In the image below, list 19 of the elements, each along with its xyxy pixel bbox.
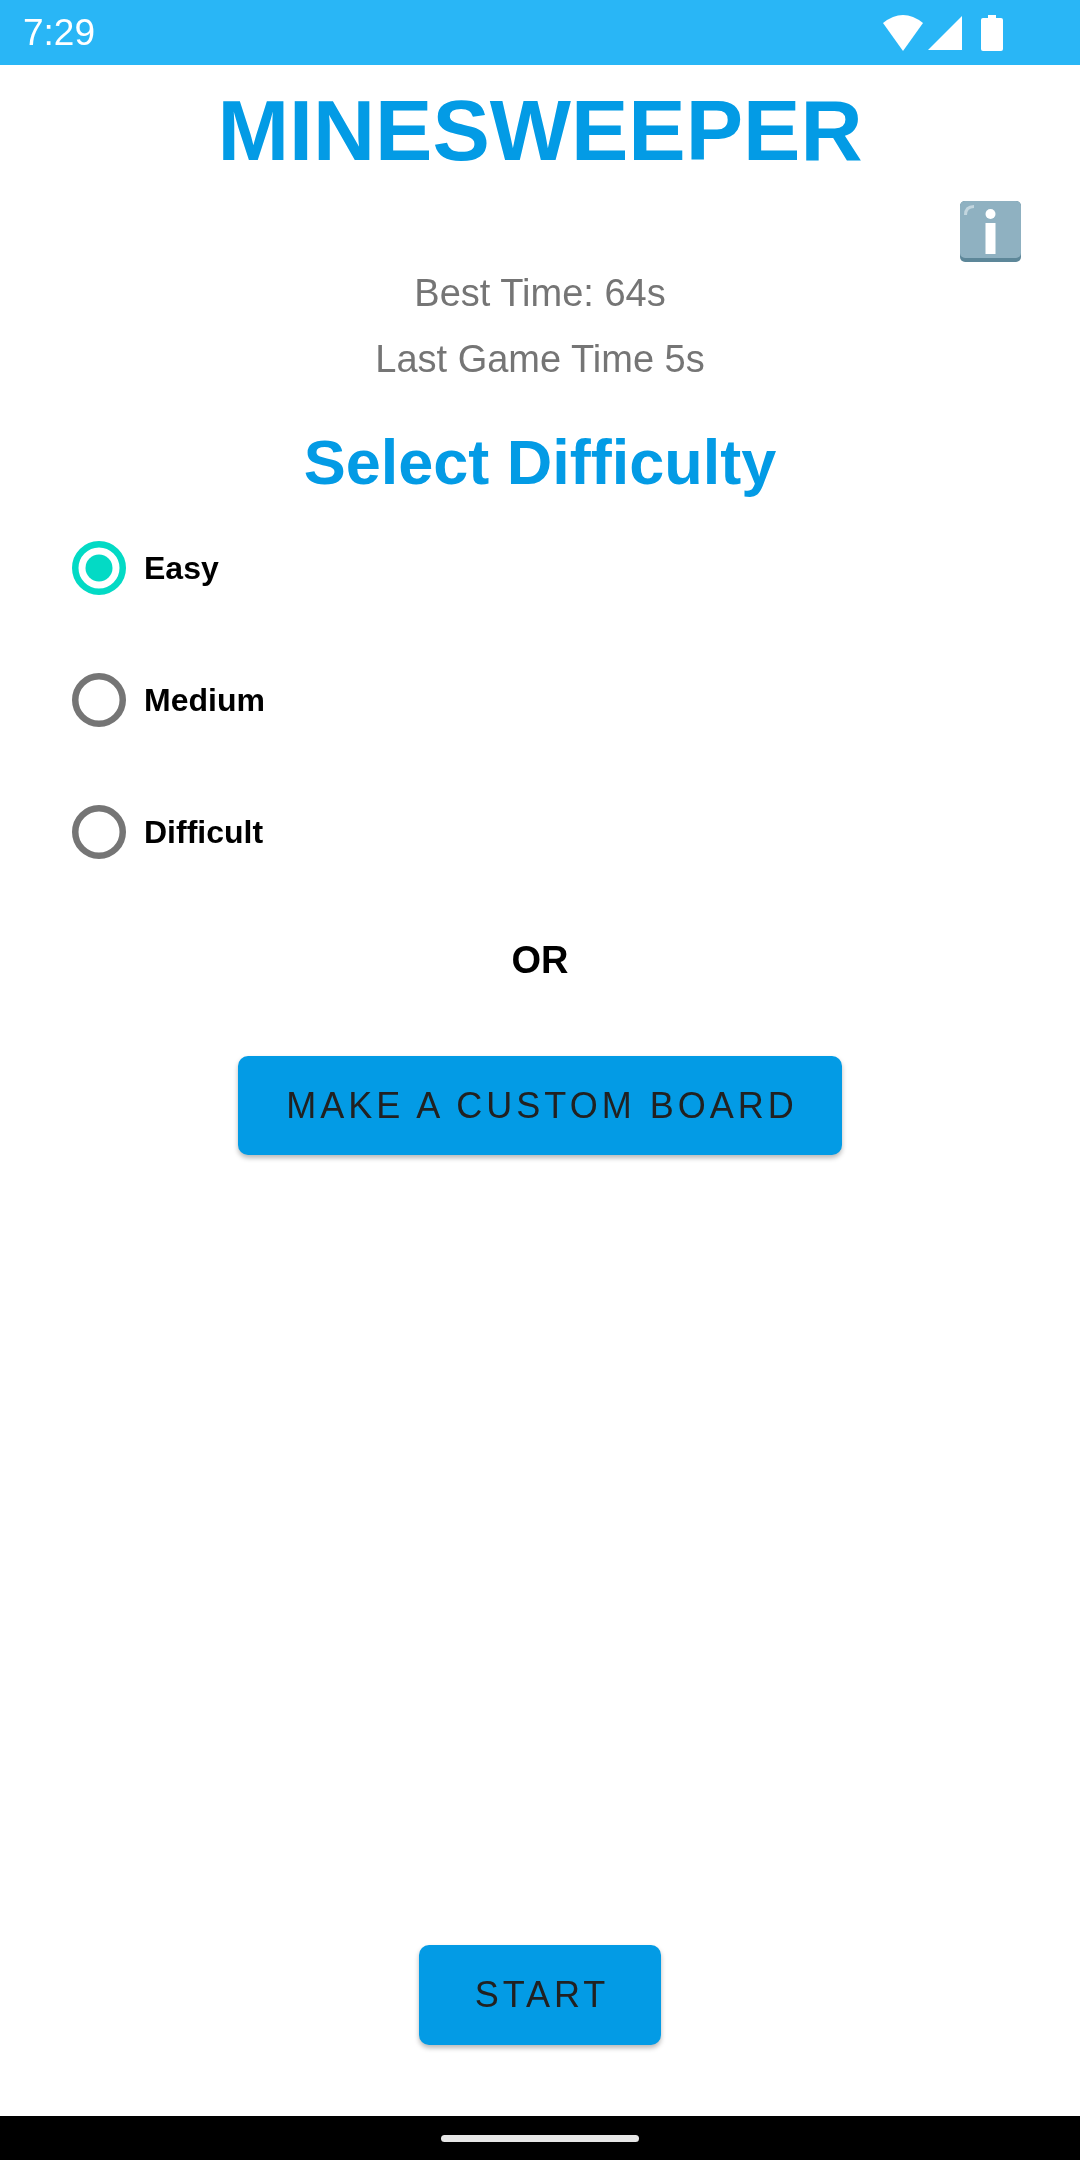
- info-icon[interactable]: [960, 201, 1021, 262]
- section-heading: Select Difficulty: [303, 426, 777, 499]
- battery-icon: [981, 14, 1003, 51]
- home-indicator[interactable]: [441, 2134, 639, 2142]
- option-label: Difficult: [144, 813, 264, 851]
- custom-board-button[interactable]: MAKE A CUSTOM BOARD: [238, 1056, 842, 1155]
- option-label: Medium: [144, 681, 265, 719]
- status-time: 7:29: [23, 14, 95, 51]
- app-title: MINESWEEPER: [217, 87, 863, 173]
- option-label: Easy: [144, 549, 219, 587]
- last-game-time-text: Last Game Time 5s: [375, 337, 705, 382]
- start-button[interactable]: START: [419, 1945, 661, 2045]
- radio-button[interactable]: [72, 673, 126, 727]
- radio-button[interactable]: [72, 805, 126, 859]
- best-time-text: Best Time: 64s: [414, 271, 666, 316]
- radio-button[interactable]: [72, 541, 126, 595]
- or-separator-text: OR: [511, 938, 569, 983]
- signal-icon: [928, 15, 962, 50]
- wifi-icon: [883, 14, 923, 51]
